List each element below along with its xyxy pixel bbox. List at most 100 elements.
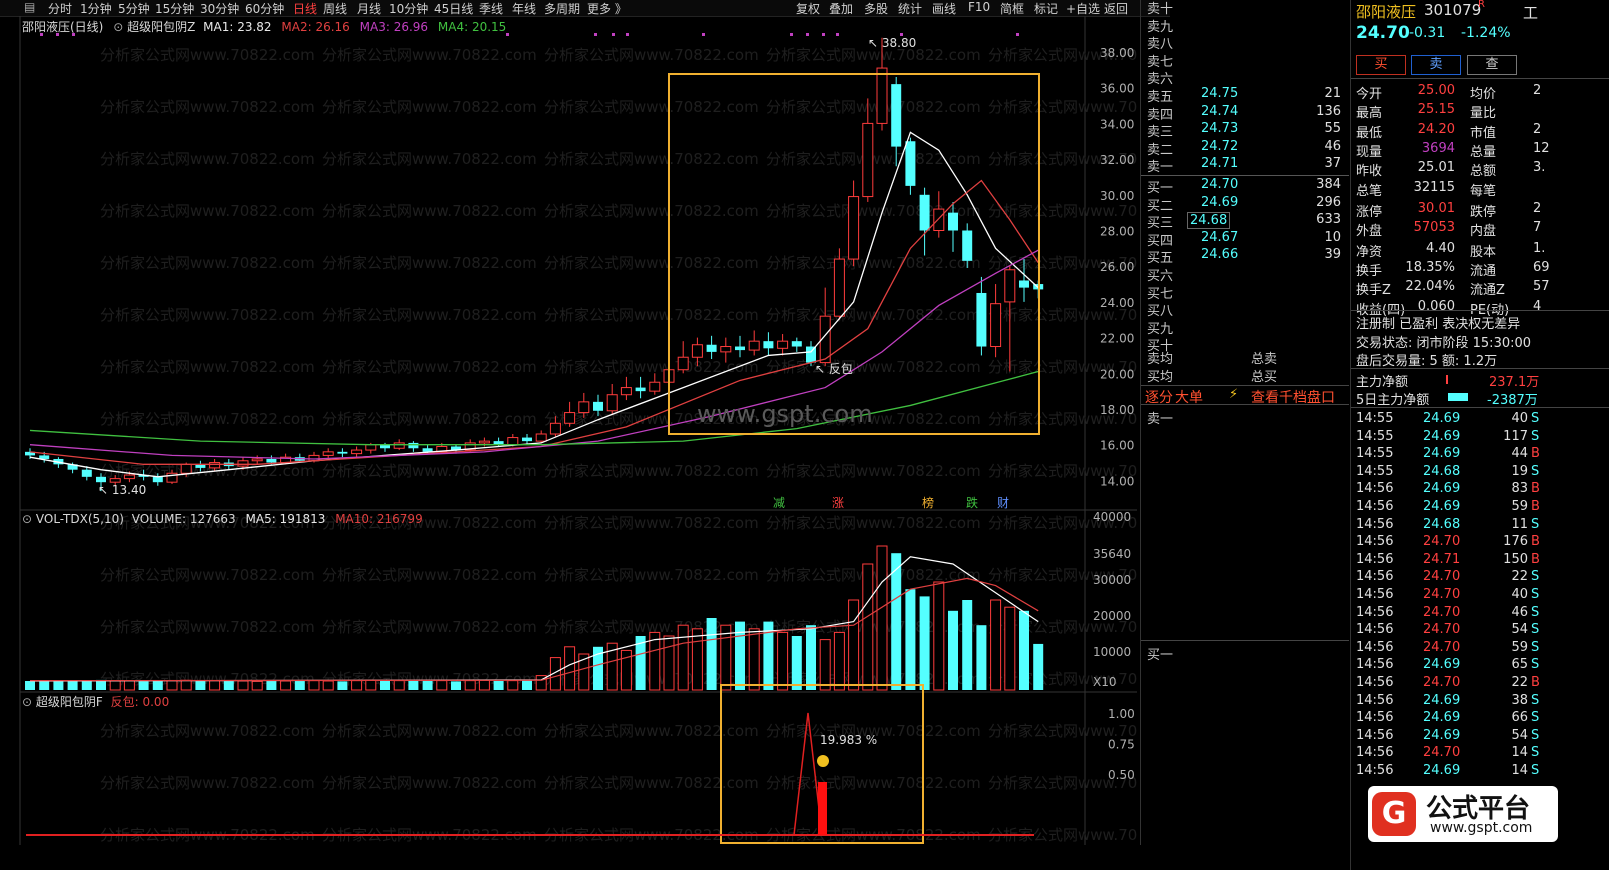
volume-bar [905, 589, 916, 690]
volume-axis-label: 40000 [1093, 510, 1131, 524]
watermark-text: 分析家公式网www.70822.com [322, 98, 537, 116]
ask-price: 24.74 [1201, 103, 1239, 119]
bid-price: 24.68 [1187, 212, 1231, 230]
logo-url: www.gspt.com [1430, 820, 1533, 836]
watermark-text: 分析家公式网www.70822.com [100, 410, 315, 428]
tick-price: 24.70 [1423, 639, 1461, 655]
watermark-text: 分析家公式网www.70822.com [322, 202, 537, 220]
watermark-text: 分析家公式网www.70822.com [322, 306, 537, 324]
marker-dot [790, 33, 793, 36]
tick-time: 14:56 [1356, 710, 1394, 726]
volume-bar [436, 680, 448, 691]
quote-field-label: 净资 [1356, 244, 1383, 260]
quote-field-value: 69 [1533, 260, 1550, 276]
quote-field-label: 现量 [1356, 144, 1383, 160]
tick-time: 14:56 [1356, 727, 1394, 743]
volume-bar [962, 600, 973, 690]
buy-button[interactable]: 买 [1356, 55, 1406, 75]
order-book-panel: 卖十 卖九 卖八 卖七 卖六 卖五 24.75 21 卖四 24.74 136 卖三 24.73 55 卖二… [1140, 0, 1349, 845]
volume-axis-label: 30000 [1093, 573, 1131, 587]
signal-indicator-value: 反包: 0.00 [110, 695, 170, 709]
tick-price: 24.71 [1423, 551, 1461, 567]
quote-field-label: 总额 [1470, 164, 1497, 180]
signal-axis-label: 0.75 [1108, 738, 1135, 752]
candle [337, 448, 348, 458]
main-net-5d-label: 5日主力净额 [1356, 393, 1430, 408]
quote-field-value: 3694 [1421, 140, 1455, 156]
volume-bar [691, 628, 703, 691]
smiley-icon [817, 755, 829, 767]
tick-volume: 19 [1511, 463, 1528, 479]
watermark-text: 分析家公式网www.70822.com [988, 202, 1138, 220]
panel-divider [1351, 310, 1609, 311]
volume-bar [138, 681, 149, 690]
tick-volume: 22 [1511, 569, 1528, 585]
main-net-5d-bar [1448, 393, 1468, 401]
watermark-text: 分析家公式网www.70822.com [322, 566, 537, 584]
volume-bar [223, 680, 234, 690]
avg-buy-label: 买均 [1147, 370, 1174, 385]
watermark-text: 分析家公式网www.70822.com [100, 98, 315, 116]
tick-volume: 40 [1511, 411, 1528, 426]
ask-volume: 55 [1324, 121, 1341, 137]
tick-price: 24.70 [1423, 569, 1461, 585]
quote-field-label: 跌停 [1470, 204, 1497, 220]
tick-volume: 54 [1511, 727, 1528, 743]
bid-price: 24.67 [1201, 229, 1239, 245]
watermark-text: 分析家公式网www.70822.com [544, 306, 759, 324]
volume-bar [706, 618, 717, 690]
quote-field-label: 每笔 [1470, 183, 1497, 199]
signal-toggle-icon[interactable]: ⊙ [22, 695, 32, 709]
signal-axis-label: 1.00 [1108, 707, 1135, 721]
tick-side: B [1531, 675, 1540, 690]
avg-sell-label: 卖均 [1147, 352, 1174, 367]
volume-bar [422, 681, 433, 690]
ask-volume: 136 [1316, 103, 1341, 119]
tick-side: B [1531, 499, 1540, 514]
last-price: 24.70 [1356, 23, 1410, 43]
query-button[interactable]: 查 [1467, 55, 1517, 75]
ask-volume: 21 [1324, 86, 1341, 101]
event-tag: 减 [773, 496, 785, 510]
tick-side: S [1531, 411, 1540, 426]
tick-time: 14:56 [1356, 587, 1394, 602]
tick-volume: 22 [1511, 675, 1528, 690]
volume-bar [294, 680, 305, 690]
ask-level-empty: 卖七 [1147, 54, 1174, 70]
price-axis-label: 38.00 [1100, 46, 1134, 60]
price-chart-area[interactable]: 分析家公式网www.70822.com 分析家公式网www.70822.com 分析… [0, 0, 1138, 845]
tick-volume: 66 [1511, 710, 1528, 726]
bid-level-label: 买二 [1147, 198, 1174, 214]
tick-volume: 65 [1511, 657, 1528, 673]
event-tag: 涨 [832, 495, 844, 510]
ask-volume: 37 [1324, 156, 1341, 172]
tick-volume: 117 [1503, 428, 1528, 444]
vol-toggle-icon[interactable]: ⊙ [22, 512, 32, 526]
watermark-text: 分析家公式网www.70822.com [100, 774, 315, 792]
tick-volume: 11 [1511, 516, 1528, 532]
ask-volume: 46 [1324, 138, 1341, 154]
watermark-text: 分析家公式网www.70822.com [766, 358, 981, 376]
volume-bar [1033, 643, 1044, 690]
sell-button[interactable]: 卖 [1411, 55, 1461, 75]
after-hours-volume: 盘后交易量: 5 额: 1.2万 [1356, 354, 1498, 369]
marker-dot [626, 33, 629, 36]
candle [735, 335, 745, 358]
watermark-text: 分析家公式网www.70822.com [544, 202, 759, 220]
candle [706, 335, 717, 360]
volume-bar [337, 681, 348, 690]
trade-state: 交易状态: 闭市阶段 15:30:00 [1356, 336, 1532, 351]
quote-field-value: 18.35% [1405, 260, 1455, 276]
marker-dot [594, 33, 597, 36]
volume-bar [990, 599, 1002, 691]
tick-time: 14:56 [1356, 534, 1394, 550]
price-axis-label: 32.00 [1100, 153, 1134, 167]
tick-price: 24.70 [1423, 604, 1461, 620]
detail-bid-label: 买一 [1147, 648, 1174, 663]
tick-side: S [1531, 587, 1540, 602]
lightning-icon[interactable]: ⚡ [1229, 387, 1238, 402]
volume-bar [748, 628, 760, 691]
volume-bar [876, 545, 888, 691]
ask-level-label: 卖五 [1147, 90, 1174, 105]
book-divider [1141, 404, 1349, 405]
